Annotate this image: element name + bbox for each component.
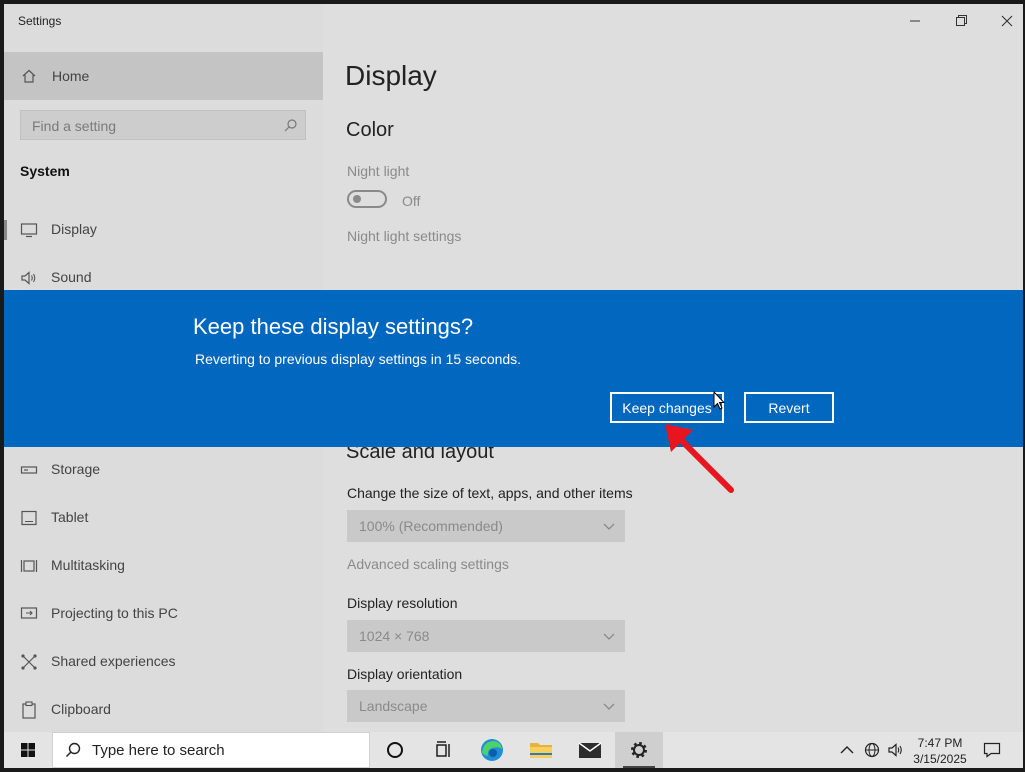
window-title: Settings xyxy=(18,14,62,28)
taskbar: Type here to search 7:47 PM 3/15/2025 xyxy=(4,732,1023,768)
shared-experiences-icon xyxy=(21,654,37,670)
scale-value: 100% (Recommended) xyxy=(359,518,503,534)
network-globe-icon[interactable] xyxy=(864,742,880,758)
speaker-icon xyxy=(21,271,36,285)
chevron-up-icon[interactable] xyxy=(840,744,854,756)
projecting-icon xyxy=(20,607,38,619)
annotation-arrow xyxy=(665,424,734,493)
sidebar-home[interactable]: Home xyxy=(4,52,323,100)
orientation-dropdown[interactable]: Landscape xyxy=(347,690,625,722)
chevron-down-icon xyxy=(603,523,615,530)
clock-date: 3/15/2025 xyxy=(913,752,967,766)
sidebar-item-label: Shared experiences xyxy=(51,653,176,669)
mouse-cursor xyxy=(713,391,726,410)
scale-dropdown[interactable]: 100% (Recommended) xyxy=(347,510,625,542)
night-light-state: Off xyxy=(402,193,421,209)
search-icon xyxy=(284,119,297,132)
sidebar-item-label: Clipboard xyxy=(51,701,111,717)
taskbar-search-text: Type here to search xyxy=(92,742,225,759)
sidebar-item-label: Sound xyxy=(51,269,92,285)
clipboard-icon xyxy=(22,701,36,719)
desktop-screen: Settings Home Find a setting System Disp… xyxy=(4,4,1023,768)
home-icon xyxy=(22,69,36,83)
notification-icon[interactable] xyxy=(983,742,1001,758)
keep-settings-dialog: Keep these display settings? Reverting t… xyxy=(4,290,1023,447)
taskbar-clock[interactable]: 7:47 PM 3/15/2025 xyxy=(904,735,976,767)
orientation-label: Display orientation xyxy=(347,666,463,682)
night-light-settings-link[interactable]: Night light settings xyxy=(347,228,461,244)
volume-icon[interactable] xyxy=(887,742,905,758)
task-view-icon[interactable] xyxy=(419,732,467,768)
taskbar-search-box[interactable]: Type here to search xyxy=(52,732,370,768)
cortana-icon[interactable] xyxy=(371,732,419,768)
sidebar-item-label: Multitasking xyxy=(51,557,125,573)
sidebar-item-clipboard[interactable]: Clipboard xyxy=(4,690,323,730)
search-icon xyxy=(65,742,81,758)
storage-icon xyxy=(20,466,38,474)
tablet-icon xyxy=(21,510,37,526)
file-explorer-icon[interactable] xyxy=(517,732,565,768)
sidebar-item-projecting[interactable]: Projecting to this PC xyxy=(4,594,323,634)
clock-time: 7:47 PM xyxy=(917,736,963,750)
chevron-down-icon xyxy=(603,703,615,710)
advanced-scaling-link[interactable]: Advanced scaling settings xyxy=(347,556,509,572)
sidebar-item-tablet[interactable]: Tablet xyxy=(4,498,323,538)
sidebar-item-label: Projecting to this PC xyxy=(51,605,178,621)
scale-label: Change the size of text, apps, and other… xyxy=(347,485,633,501)
resolution-label: Display resolution xyxy=(347,595,458,611)
dialog-message: Reverting to previous display settings i… xyxy=(195,351,522,367)
color-heading: Color xyxy=(346,119,394,141)
sidebar-item-label: Storage xyxy=(51,461,101,477)
edge-browser-icon[interactable] xyxy=(468,732,516,768)
sidebar-item-display[interactable]: Display xyxy=(4,210,323,250)
sidebar-item-storage[interactable]: Storage xyxy=(4,450,323,490)
toggle-knob xyxy=(353,195,361,203)
sidebar-item-label: Display xyxy=(51,221,97,237)
sidebar-item-label: Tablet xyxy=(51,509,89,525)
windows-start-button[interactable] xyxy=(4,732,52,768)
close-button[interactable] xyxy=(993,10,1021,32)
restore-button[interactable] xyxy=(947,10,975,32)
mail-icon[interactable] xyxy=(566,732,614,768)
night-light-label: Night light xyxy=(347,163,410,179)
page-title: Display xyxy=(345,60,437,91)
search-placeholder: Find a setting xyxy=(32,118,117,134)
minimize-button[interactable] xyxy=(901,10,929,32)
resolution-dropdown[interactable]: 1024 × 768 xyxy=(347,620,625,652)
multitasking-icon xyxy=(20,560,38,572)
night-light-toggle[interactable] xyxy=(347,190,387,208)
orientation-value: Landscape xyxy=(359,698,428,714)
sidebar-home-label: Home xyxy=(52,68,90,84)
monitor-icon xyxy=(20,223,38,238)
settings-taskbar-button[interactable] xyxy=(615,732,663,768)
find-setting-input[interactable]: Find a setting xyxy=(20,110,306,140)
sidebar-item-multitasking[interactable]: Multitasking xyxy=(4,546,323,586)
resolution-value: 1024 × 768 xyxy=(359,628,430,644)
sidebar-item-shared-experiences[interactable]: Shared experiences xyxy=(4,642,323,682)
revert-button[interactable]: Revert xyxy=(744,392,834,423)
chevron-down-icon xyxy=(603,633,615,640)
section-title-system: System xyxy=(20,163,70,179)
dialog-title: Keep these display settings? xyxy=(193,314,474,339)
gear-icon xyxy=(631,742,647,758)
